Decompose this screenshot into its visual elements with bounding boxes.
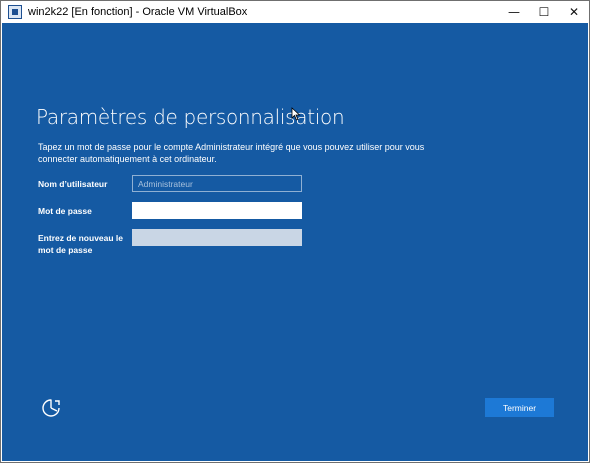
ease-of-access-icon[interactable] <box>40 397 62 419</box>
maximize-icon: ☐ <box>538 5 550 19</box>
finish-button-label: Terminer <box>502 402 537 413</box>
virtualbox-icon <box>8 5 22 19</box>
username-label: Nom d’utilisateur <box>38 179 108 189</box>
close-icon: ✕ <box>568 5 580 19</box>
password-field[interactable] <box>132 202 302 219</box>
close-button[interactable]: ✕ <box>559 1 589 23</box>
minimize-button[interactable]: — <box>499 1 529 23</box>
title-bar[interactable]: win2k22 [En fonction] - Oracle VM Virtua… <box>1 1 589 23</box>
confirm-password-field[interactable] <box>132 229 302 246</box>
username-field <box>132 175 302 192</box>
finish-button[interactable]: Terminer <box>485 398 554 417</box>
mouse-cursor-icon <box>291 107 301 121</box>
setup-description: Tapez un mot de passe pour le compte Adm… <box>38 142 425 164</box>
window-controls: — ☐ ✕ <box>499 1 589 23</box>
minimize-icon: — <box>508 5 520 19</box>
confirm-password-label: Entrez de nouveau le mot de passe <box>38 233 124 255</box>
setup-screen: Paramètres de personnalisation Tapez un … <box>2 23 588 461</box>
window-title: win2k22 [En fonction] - Oracle VM Virtua… <box>28 6 248 18</box>
password-label: Mot de passe <box>38 206 92 216</box>
virtualbox-window: win2k22 [En fonction] - Oracle VM Virtua… <box>0 0 590 463</box>
maximize-button[interactable]: ☐ <box>529 1 559 23</box>
